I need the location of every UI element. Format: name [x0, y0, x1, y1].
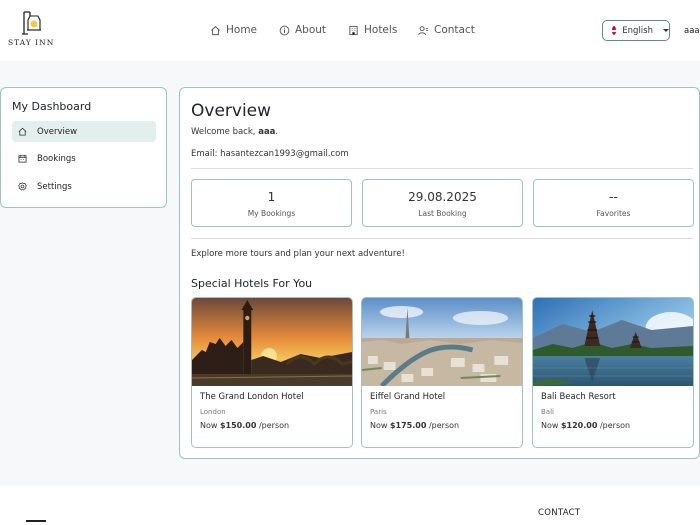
nav-about[interactable]: About	[279, 24, 326, 36]
user-menu[interactable]: aaa	[684, 26, 700, 36]
stat-value: 29.08.2025	[408, 190, 477, 204]
lantern-logo-icon	[22, 11, 41, 35]
price-prefix: Now	[541, 421, 559, 430]
language-select[interactable]: English	[602, 20, 670, 41]
welcome-username: aaa	[258, 127, 276, 137]
hotel-name: Eiffel Grand Hotel	[370, 392, 446, 402]
email-value: hasantezcan1993@gmail.com	[220, 149, 349, 159]
stat-value: --	[609, 190, 618, 204]
footer-contact-heading: CONTACT	[538, 508, 581, 518]
stat-label: Last Booking	[418, 209, 467, 218]
gear-icon	[18, 182, 27, 191]
email-label: Email:	[191, 149, 218, 159]
stat-card-bookings: 1 My Bookings	[191, 179, 352, 227]
language-label: English	[622, 25, 653, 36]
stat-label: My Bookings	[247, 209, 296, 218]
sidebar-title: My Dashboard	[12, 100, 92, 113]
user-email: Email: hasantezcan1993@gmail.com	[191, 149, 349, 159]
welcome-message: Welcome back, aaa.	[191, 127, 278, 137]
hotel-city: Paris	[370, 408, 387, 416]
hotel-price: Now $175.00 /person	[370, 421, 459, 430]
stat-card-last-booking: 29.08.2025 Last Booking	[362, 179, 523, 227]
nav-contact-label: Contact	[434, 24, 475, 36]
hotel-name: The Grand London Hotel	[200, 392, 304, 402]
nav-home-label: Home	[226, 24, 258, 36]
hotel-price: Now $120.00 /person	[541, 421, 630, 430]
nav-contact[interactable]: Contact	[418, 24, 475, 36]
caret-down-icon	[663, 29, 669, 32]
hotel-name: Bali Beach Resort	[541, 392, 616, 402]
special-hotels-heading: Special Hotels For You	[191, 277, 313, 290]
footer: CONTACT	[0, 486, 700, 525]
explore-text: Explore more tours and plan your next ad…	[191, 249, 405, 259]
price-value: $150.00	[219, 421, 257, 430]
calendar-icon	[18, 154, 27, 163]
hotel-price: Now $150.00 /person	[200, 421, 289, 430]
page-title: Overview	[191, 101, 272, 121]
sidebar-item-label: Overview	[37, 126, 78, 137]
welcome-prefix: Welcome back,	[191, 127, 256, 137]
sidebar-item-label: Settings	[37, 181, 72, 192]
stat-value: 1	[267, 190, 276, 204]
hotel-icon	[349, 25, 358, 35]
price-prefix: Now	[200, 421, 218, 430]
sidebar-item-label: Bookings	[37, 153, 76, 164]
sidebar-item-overview[interactable]: Overview	[12, 121, 156, 142]
sidebar-item-bookings[interactable]: Bookings	[12, 148, 156, 169]
hotel-card-bali[interactable]: Bali Beach Resort Bali Now $120.00 /pers…	[532, 297, 694, 448]
overview-panel: Overview Welcome back, aaa. Email: hasan…	[179, 87, 700, 459]
navbar: STAY INN Home About Hotels Contact Engli…	[0, 0, 700, 61]
contact-icon	[418, 25, 429, 35]
bali-hotel-image	[533, 298, 693, 386]
divider	[191, 168, 693, 169]
hotel-card-london[interactable]: The Grand London Hotel London Now $150.0…	[191, 297, 353, 448]
uk-flag-icon	[612, 26, 617, 35]
stat-label: Favorites	[596, 209, 631, 218]
sidebar-item-settings[interactable]: Settings	[12, 176, 156, 197]
price-value: $175.00	[389, 421, 427, 430]
info-icon	[279, 25, 290, 35]
nav-hotels-label: Hotels	[364, 24, 398, 36]
price-value: $120.00	[560, 421, 598, 430]
price-unit: /person	[599, 421, 631, 430]
home-icon	[18, 127, 27, 136]
price-unit: /person	[428, 421, 460, 430]
brand-name: STAY INN	[8, 38, 55, 47]
hotel-city: Bali	[541, 408, 554, 416]
london-hotel-image	[192, 298, 352, 386]
price-unit: /person	[258, 421, 290, 430]
footer-logo	[26, 520, 46, 525]
paris-hotel-image	[362, 298, 522, 386]
divider	[191, 238, 693, 239]
hotel-city: London	[200, 408, 226, 416]
home-icon	[211, 25, 220, 35]
nav-about-label: About	[295, 24, 327, 36]
brand-logo[interactable]: STAY INN	[8, 10, 54, 50]
nav-home[interactable]: Home	[210, 24, 257, 36]
dashboard-sidebar: My Dashboard Overview Bookings Settings	[0, 87, 167, 208]
hotel-card-paris[interactable]: Eiffel Grand Hotel Paris Now $175.00 /pe…	[361, 297, 523, 448]
welcome-suffix: .	[275, 127, 279, 137]
price-prefix: Now	[370, 421, 388, 430]
stat-card-favorites: -- Favorites	[533, 179, 694, 227]
nav-hotels[interactable]: Hotels	[348, 24, 397, 36]
